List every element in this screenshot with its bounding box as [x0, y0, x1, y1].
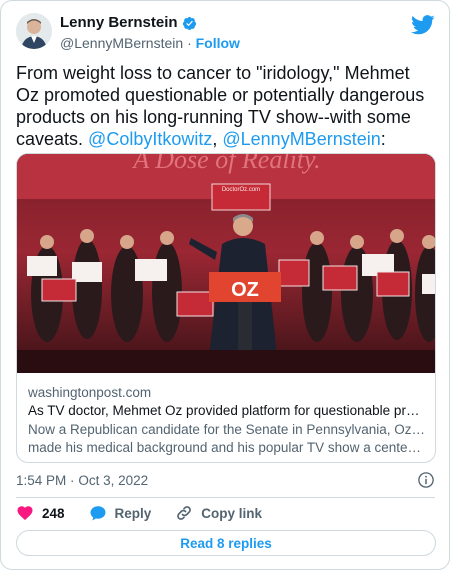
avatar[interactable] — [16, 13, 52, 49]
action-bar: 248 Reply Copy link — [16, 502, 286, 524]
heart-icon — [17, 506, 33, 521]
twitter-bird-icon[interactable] — [411, 15, 435, 35]
tweet-text-colon: : — [380, 129, 386, 149]
tweet-text-comma: , — [212, 129, 223, 149]
author-display-name-row: Lenny Bernstein — [60, 14, 240, 32]
author-handle[interactable]: @LennyMBernstein — [60, 35, 183, 51]
timestamp-separator: · — [70, 473, 75, 488]
link-description-line-1: Now a Republican candidate for the Senat… — [28, 422, 425, 437]
mention-colby-itkowitz[interactable]: @ColbyItkowitz — [88, 129, 212, 149]
follow-button[interactable]: Follow — [196, 35, 240, 51]
article-photo: A Dose of Reality. DoctorOz.com OZ — [17, 154, 435, 373]
banner-text: A Dose of Reality. — [131, 154, 320, 174]
link-domain: washingtonpost.com — [28, 385, 152, 400]
like-button[interactable]: 248 — [16, 504, 65, 522]
timestamp-row: 1:54 PM · Oct 3, 2022 — [16, 471, 435, 491]
link-preview-card[interactable]: A Dose of Reality. DoctorOz.com OZ washi… — [16, 153, 436, 463]
author-names: Lenny Bernstein @LennyMBernstein · Follo… — [60, 14, 240, 52]
tweet-header: Lenny Bernstein @LennyMBernstein · Follo… — [16, 13, 435, 53]
divider — [16, 497, 435, 498]
link-description: Now a Republican candidate for the Senat… — [28, 421, 425, 457]
tweet-time[interactable]: 1:54 PM — [16, 473, 66, 488]
like-count: 248 — [42, 505, 65, 521]
verified-badge-icon — [182, 16, 196, 30]
tweet-card: Lenny Bernstein @LennyMBernstein · Follo… — [0, 0, 450, 570]
tweet-text: From weight loss to cancer to "iridology… — [16, 62, 436, 150]
read-replies-button[interactable]: Read 8 replies — [16, 530, 436, 556]
copy-link-label: Copy link — [201, 505, 263, 521]
tweet-date[interactable]: Oct 3, 2022 — [78, 473, 148, 488]
link-meta: washingtonpost.com As TV doctor, Mehmet … — [28, 384, 425, 457]
link-title: As TV doctor, Mehmet Oz provided platfor… — [28, 403, 425, 418]
mention-lenny-bernstein[interactable]: @LennyMBernstein — [222, 129, 380, 149]
website-sign: DoctorOz.com — [222, 187, 260, 193]
copy-link-button[interactable]: Copy link — [175, 504, 262, 522]
info-icon[interactable] — [417, 471, 435, 489]
author-handle-row: @LennyMBernstein · Follow — [60, 34, 240, 52]
separator-dot: · — [187, 35, 192, 51]
link-icon — [177, 506, 192, 520]
reply-button[interactable]: Reply — [89, 504, 152, 522]
podium-sign: OZ — [231, 279, 259, 301]
link-description-line-2: made his medical background and his popu… — [28, 440, 425, 455]
author-display-name[interactable]: Lenny Bernstein — [60, 14, 178, 32]
reply-label: Reply — [114, 505, 152, 521]
reply-bubble-icon — [90, 506, 106, 521]
